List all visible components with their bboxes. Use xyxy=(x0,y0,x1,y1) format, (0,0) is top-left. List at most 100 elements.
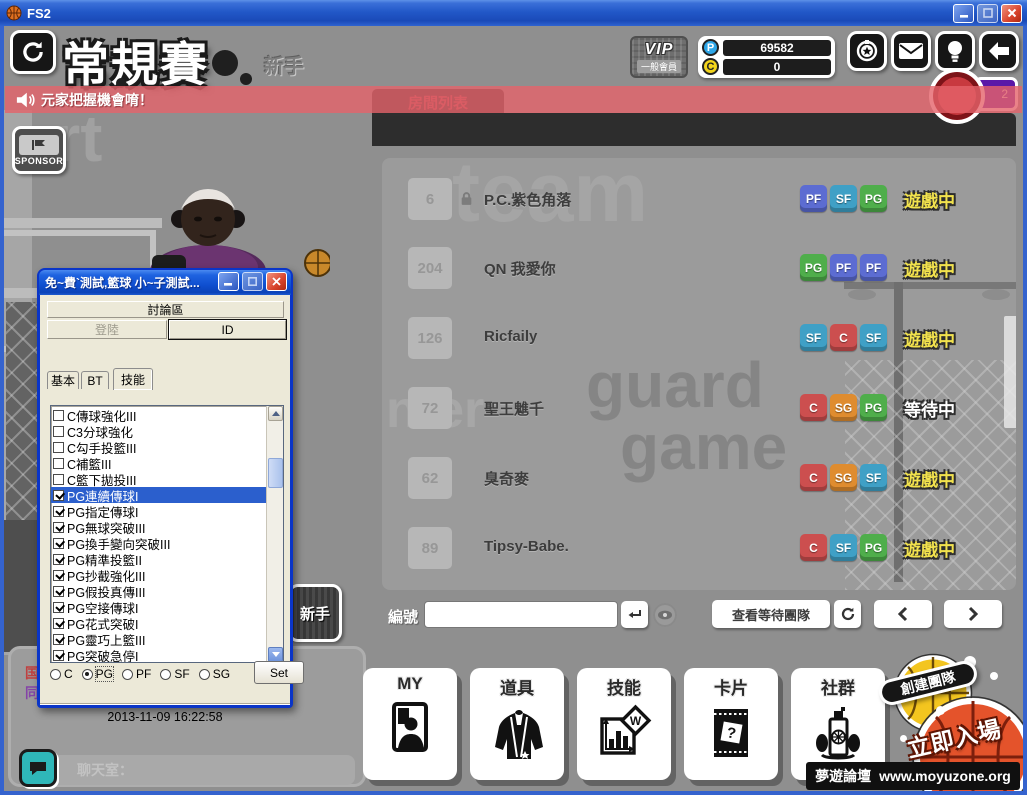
dock-cards-button[interactable]: 卡片 ? xyxy=(684,668,778,780)
skill-checkbox[interactable] xyxy=(53,553,64,565)
refresh-rooms-button[interactable] xyxy=(834,600,861,628)
backboard xyxy=(1004,316,1016,428)
skill-checkbox[interactable] xyxy=(53,425,64,437)
window-titlebar[interactable]: FS2 xyxy=(0,0,1027,26)
skill-checkbox[interactable] xyxy=(53,473,64,485)
room-name: 臭奇麥 xyxy=(484,471,530,488)
skill-checkbox[interactable] xyxy=(53,521,64,533)
skill-checkbox[interactable] xyxy=(53,441,64,453)
position-radio-sg[interactable] xyxy=(198,668,210,680)
window-maximize-button[interactable] xyxy=(977,3,998,23)
scroll-down-button[interactable] xyxy=(268,647,283,662)
position-radio-label: C xyxy=(64,667,73,681)
refresh-icon xyxy=(23,41,43,62)
next-page-button[interactable] xyxy=(944,600,1002,628)
tips-button[interactable] xyxy=(935,31,975,71)
room-position-badges: SF C SF xyxy=(800,324,887,351)
refresh-button[interactable] xyxy=(10,30,56,74)
newbie-level-badge: 新手 xyxy=(264,56,304,78)
skill-checkbox[interactable] xyxy=(53,617,64,629)
position-radio-pg[interactable] xyxy=(81,668,93,680)
dock-skills-button[interactable]: 技能 W xyxy=(577,668,671,780)
eye-icon xyxy=(658,610,672,620)
room-status: 遊戲中 xyxy=(904,192,955,211)
room-number: 62 xyxy=(408,457,452,499)
sponsor-button[interactable]: SPONSOR xyxy=(12,126,66,174)
chat-bubble-icon[interactable] xyxy=(19,749,57,787)
room-status: 遊戲中 xyxy=(904,471,955,490)
forum-url[interactable]: www.moyuzone.org xyxy=(879,768,1011,784)
room-row[interactable]: 72 聖王魋千 C SG PG 等待中 xyxy=(396,385,1002,431)
skill-checkbox[interactable] xyxy=(53,649,64,661)
login-button[interactable]: 登陸 xyxy=(47,320,167,339)
achievements-button[interactable] xyxy=(847,31,887,71)
tab-bt[interactable]: BT xyxy=(81,371,109,389)
position-radio-c[interactable] xyxy=(50,668,61,680)
window-border-right xyxy=(1023,26,1027,795)
skill-checkbox[interactable] xyxy=(53,537,64,549)
position-badge: PG xyxy=(860,185,887,212)
set-button[interactable]: Set xyxy=(254,661,304,684)
skill-checkbox[interactable] xyxy=(53,457,64,469)
dialog-close-button[interactable] xyxy=(266,272,287,291)
skill-checkbox[interactable] xyxy=(53,569,64,581)
room-row[interactable]: 204 QN 我愛你 PG PF PF 遊戲中 xyxy=(396,245,1002,291)
cheat-dialog-titlebar[interactable]: 免~費`測試,籃球 小~子測試... xyxy=(39,270,291,295)
tab-basic-label: 基本 xyxy=(50,374,75,388)
room-row[interactable]: 126 Ricfaily SF C SF 遊戲中 xyxy=(396,315,1002,361)
dock-items-button[interactable]: 道具 xyxy=(470,668,564,780)
scroll-up-button[interactable] xyxy=(268,406,283,421)
skill-checkbox[interactable] xyxy=(53,585,64,597)
dock-my-button[interactable]: MY xyxy=(363,668,457,780)
cash-amount: 0 xyxy=(723,58,831,75)
tab-skills[interactable]: 技能 xyxy=(113,368,153,390)
chevron-left-icon xyxy=(898,606,908,622)
id-button[interactable]: ID xyxy=(168,319,287,340)
back-arrow-icon xyxy=(989,42,1009,60)
window-minimize-button[interactable] xyxy=(953,3,974,23)
dialog-timestamp: 2013-11-09 16:22:58 xyxy=(107,709,223,724)
position-radio-pf[interactable] xyxy=(122,668,134,680)
window-border-left xyxy=(0,26,4,795)
skill-checkbox[interactable] xyxy=(53,505,64,517)
tab-basic[interactable]: 基本 xyxy=(47,371,79,389)
window-close-button[interactable] xyxy=(1001,3,1022,23)
prev-page-button[interactable] xyxy=(874,600,932,628)
app-window: ourt SPONSOR xyxy=(0,0,1027,795)
position-radio-sf[interactable] xyxy=(160,668,172,680)
decor-dot xyxy=(990,672,998,680)
skill-checkbox[interactable] xyxy=(53,409,64,421)
room-row[interactable]: 62 臭奇麥 C SG SF 遊戲中 xyxy=(396,455,1002,501)
skill-checkbox[interactable] xyxy=(53,489,64,501)
room-status: 遊戲中 xyxy=(904,331,955,350)
scroll-thumb[interactable] xyxy=(268,458,283,488)
back-button[interactable] xyxy=(979,31,1019,71)
room-status: 遊戲中 xyxy=(904,261,955,280)
position-radio-label: SF xyxy=(174,667,190,681)
dialog-maximize-button[interactable] xyxy=(242,272,263,291)
room-number: 6 xyxy=(408,178,452,220)
position-badge: PF xyxy=(860,254,887,281)
forum-footer-bar[interactable]: 夢遊論壇 www.moyuzone.org xyxy=(806,762,1020,790)
room-row[interactable]: 6 P.C.紫色角落 PF SF PG 遊戲中 xyxy=(396,176,1002,222)
chat-input[interactable]: 聊天室： xyxy=(31,755,355,785)
view-waiting-teams-button[interactable]: 查看等待團隊 xyxy=(712,600,830,628)
spectate-button[interactable] xyxy=(653,603,677,627)
skills-chart-icon: W xyxy=(600,704,652,755)
newbie-room-badge[interactable]: 新手 xyxy=(288,584,342,642)
room-list-panel: team nter guard game 6 P.C.紫色角落 PFSFPG 遊… xyxy=(382,158,1016,590)
room-row[interactable]: 89 Tipsy-Babe. C SF PG 遊戲中 xyxy=(396,525,1002,571)
mail-button[interactable] xyxy=(891,31,931,71)
skills-listbox[interactable]: C傳球強化III C3分球強化 C勾手投籃III C補籃III C籃下拋投III PG連續… xyxy=(50,405,284,663)
room-id-go-button[interactable] xyxy=(621,601,648,628)
point-coin-icon: P xyxy=(702,39,719,56)
skill-checkbox[interactable] xyxy=(53,601,64,613)
skill-checkbox[interactable] xyxy=(53,633,64,645)
decor-dot xyxy=(936,706,945,715)
room-id-input[interactable] xyxy=(424,601,618,628)
my-card-icon xyxy=(392,702,428,752)
vip-badge[interactable]: VIP 一般會員 xyxy=(630,36,688,78)
skill-row[interactable]: PG突破急停I xyxy=(51,647,267,662)
skills-scrollbar[interactable] xyxy=(266,406,283,662)
dialog-minimize-button[interactable] xyxy=(218,272,239,291)
